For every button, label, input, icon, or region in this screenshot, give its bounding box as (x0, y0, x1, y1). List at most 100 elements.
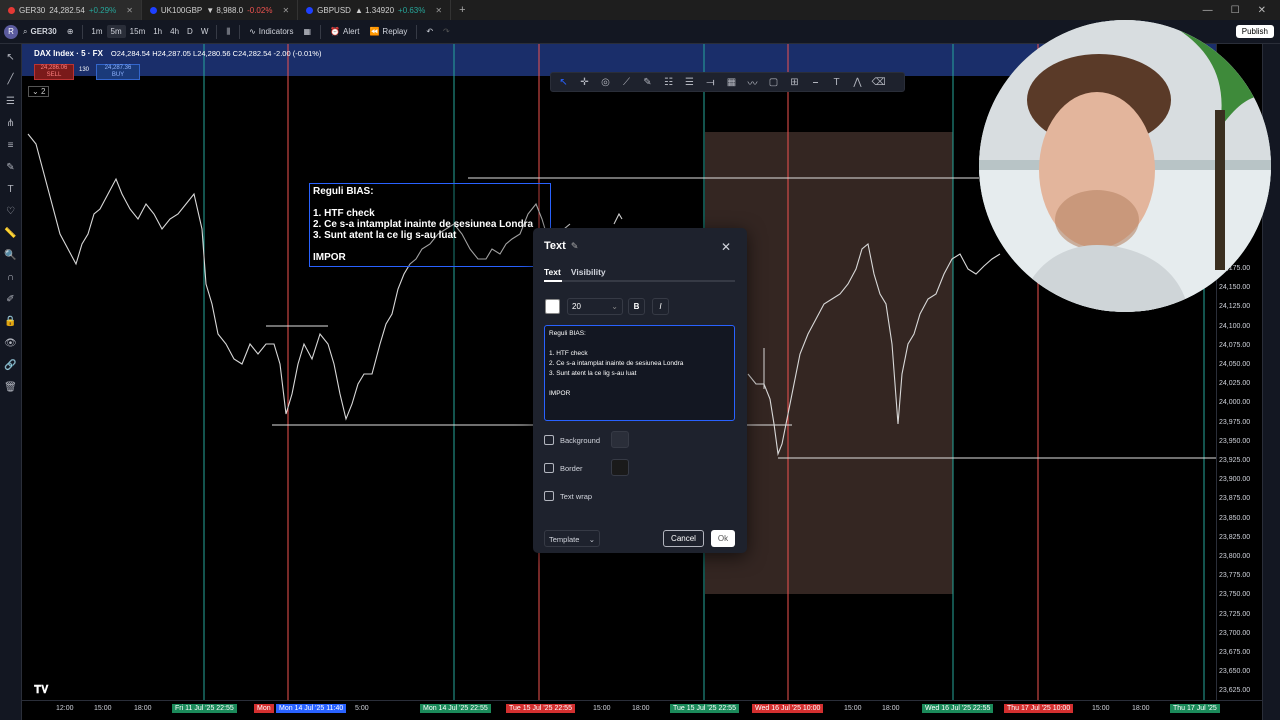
trash-icon[interactable]: 🗑 (4, 380, 18, 394)
layouts-button[interactable]: ▦ (298, 20, 316, 44)
textwrap-option[interactable]: Text wrap (544, 491, 592, 501)
timeframe-1m[interactable]: 1m (87, 25, 106, 38)
flag-icon (149, 6, 157, 14)
close-icon[interactable]: ✕ (126, 6, 133, 15)
rectangle-icon[interactable]: ▢ (767, 76, 780, 89)
pitchfork-icon[interactable]: ⋔ (4, 116, 18, 130)
font-size-select[interactable]: 20 ⌄ (567, 298, 623, 315)
zoom-icon[interactable]: 🔍 (4, 248, 18, 262)
horizontal-line-icon[interactable]: ⎯ (809, 76, 822, 89)
compare-button[interactable]: ⊕ (62, 20, 79, 44)
buy-button[interactable]: 24,287.36 BUY (96, 64, 140, 80)
undo-button[interactable]: ↶ (421, 20, 438, 44)
time-axis[interactable]: 12:00 15:00 18:00 Fri 11 Jul '25 22:55 Mon Mo… (22, 700, 1262, 720)
close-icon[interactable]: ✕ (721, 240, 731, 254)
timeframe-15m[interactable]: 15m (126, 25, 150, 38)
redo-button[interactable]: ↷ (438, 20, 455, 44)
eye-icon[interactable]: 👁 (4, 336, 18, 350)
link-icon[interactable]: 🔗 (4, 358, 18, 372)
close-icon[interactable]: ✕ (435, 6, 442, 15)
text-color-swatch[interactable] (545, 299, 560, 314)
background-option[interactable]: Background (544, 435, 600, 445)
timeframe-5m[interactable]: 5m (106, 25, 126, 38)
horizontal-ray-icon[interactable]: ⟞ (704, 76, 717, 89)
text-tool-icon[interactable]: T (4, 182, 18, 196)
chart-text-drawing[interactable]: Reguli BIAS: 1. HTF check 2. Ce s-a inta… (309, 183, 551, 267)
time-tick: 15:00 (1092, 705, 1110, 712)
cursor-icon[interactable]: ↖ (4, 50, 18, 64)
browser-tab-uk100gbp[interactable]: UK100GBP ▼ 8,988.0 -0.02% ✕ (142, 0, 299, 20)
border-checkbox[interactable] (544, 463, 554, 473)
chart-title[interactable]: DAX Index · 5 · FX (34, 49, 103, 58)
sell-button[interactable]: 24,286.06 SELL (34, 64, 74, 80)
timeframe-w[interactable]: W (197, 25, 213, 38)
maximize-icon[interactable]: ☐ (1231, 5, 1240, 16)
ruler-icon[interactable]: 📏 (4, 226, 18, 240)
timeframe-d[interactable]: D (183, 25, 197, 38)
target-icon[interactable]: ◎ (599, 76, 612, 89)
avatar[interactable]: R (4, 24, 18, 39)
timeframe-4h[interactable]: 4h (166, 25, 183, 38)
time-tick: Tue 15 Jul '25 22:55 (670, 704, 739, 713)
replay-button[interactable]: ⏪ Replay (364, 20, 412, 44)
fib-icon[interactable]: ☷ (662, 76, 675, 89)
cancel-button[interactable]: Cancel (663, 530, 704, 547)
time-tick: Mon (254, 704, 274, 713)
publish-button[interactable]: Publish (1235, 25, 1274, 38)
pane-collapse-button[interactable]: ⌄ 2 (28, 86, 50, 97)
pen-icon[interactable]: ✎ (641, 76, 654, 89)
horizontal-lines-icon[interactable]: ☰ (4, 94, 18, 108)
crosshair-icon[interactable]: ✛ (578, 76, 591, 89)
price-tick: 24,100.00 (1219, 322, 1251, 330)
bold-button[interactable]: B (628, 298, 645, 315)
symbol-search[interactable]: ⌕ GER30 (18, 20, 62, 44)
template-dropdown[interactable]: Template ⌄ (544, 530, 600, 547)
plus-circle-icon: ⊕ (66, 27, 74, 36)
brush-icon[interactable]: 〰 (746, 76, 759, 90)
time-tick: 18:00 (1132, 705, 1150, 712)
eraser-icon[interactable]: ⌫ (871, 76, 885, 89)
alert-button[interactable]: ⏰ Alert (325, 20, 364, 44)
background-checkbox[interactable] (544, 435, 554, 445)
indicators-label: Indicators (258, 27, 294, 36)
border-option[interactable]: Border (544, 463, 583, 473)
browser-tab-gbpusd[interactable]: GBPUSD ▲ 1.34920 +0.63% ✕ (298, 0, 452, 20)
window-close-icon[interactable]: ✕ (1258, 5, 1266, 16)
candles-icon: ⫼ (226, 26, 231, 36)
trendline-icon[interactable]: ╱ (4, 72, 18, 86)
alert-label: Alert (343, 27, 360, 36)
table-icon[interactable]: ▦ (725, 76, 738, 89)
fib-icon[interactable]: ≡ (4, 138, 18, 152)
border-color-swatch[interactable] (611, 459, 629, 476)
minimize-icon[interactable]: — (1203, 5, 1213, 16)
italic-button[interactable]: I (652, 298, 669, 315)
background-color-swatch[interactable] (611, 431, 629, 448)
browser-tab-ger30[interactable]: GER30 24,282.54 +0.29% ✕ (0, 0, 142, 20)
textwrap-checkbox[interactable] (544, 491, 554, 501)
magnet-icon[interactable]: ∩ (4, 270, 18, 284)
brush-icon[interactable]: ✎ (4, 160, 18, 174)
price-series-stub (613, 212, 623, 225)
cursor-icon[interactable]: ↖ (557, 76, 570, 89)
channel-icon[interactable]: ☰ (683, 76, 696, 89)
ok-button[interactable]: Ok (711, 530, 735, 547)
indicators-button[interactable]: ∿ Indicators (244, 20, 298, 44)
grid-icon[interactable]: ⊞ (788, 76, 801, 89)
flag-icon (8, 6, 15, 14)
border-label: Border (560, 463, 583, 473)
tradingview-logo-icon[interactable]: 𝐓𝐕 (34, 684, 48, 697)
text-input[interactable]: Reguli BIAS: 1. HTF check 2. Ce s-a inta… (544, 325, 735, 421)
trendline-icon[interactable]: ⟋ (620, 76, 633, 89)
time-tick: 15:00 (94, 705, 112, 712)
heart-icon[interactable]: ♡ (4, 204, 18, 218)
path-icon[interactable]: ⋀ (851, 76, 864, 89)
close-icon[interactable]: ✕ (282, 6, 289, 15)
pencil-icon[interactable]: ✎ (571, 241, 579, 252)
chart-type-button[interactable]: ⫼ (221, 20, 235, 44)
text-icon[interactable]: T (830, 76, 843, 89)
lock-pencil-icon[interactable]: ✐ (4, 292, 18, 306)
new-tab-button[interactable]: + (451, 4, 473, 16)
time-tick: Wed 16 Jul '25 22:55 (922, 704, 994, 713)
timeframe-1h[interactable]: 1h (149, 25, 166, 38)
lock-icon[interactable]: 🔒 (4, 314, 18, 328)
